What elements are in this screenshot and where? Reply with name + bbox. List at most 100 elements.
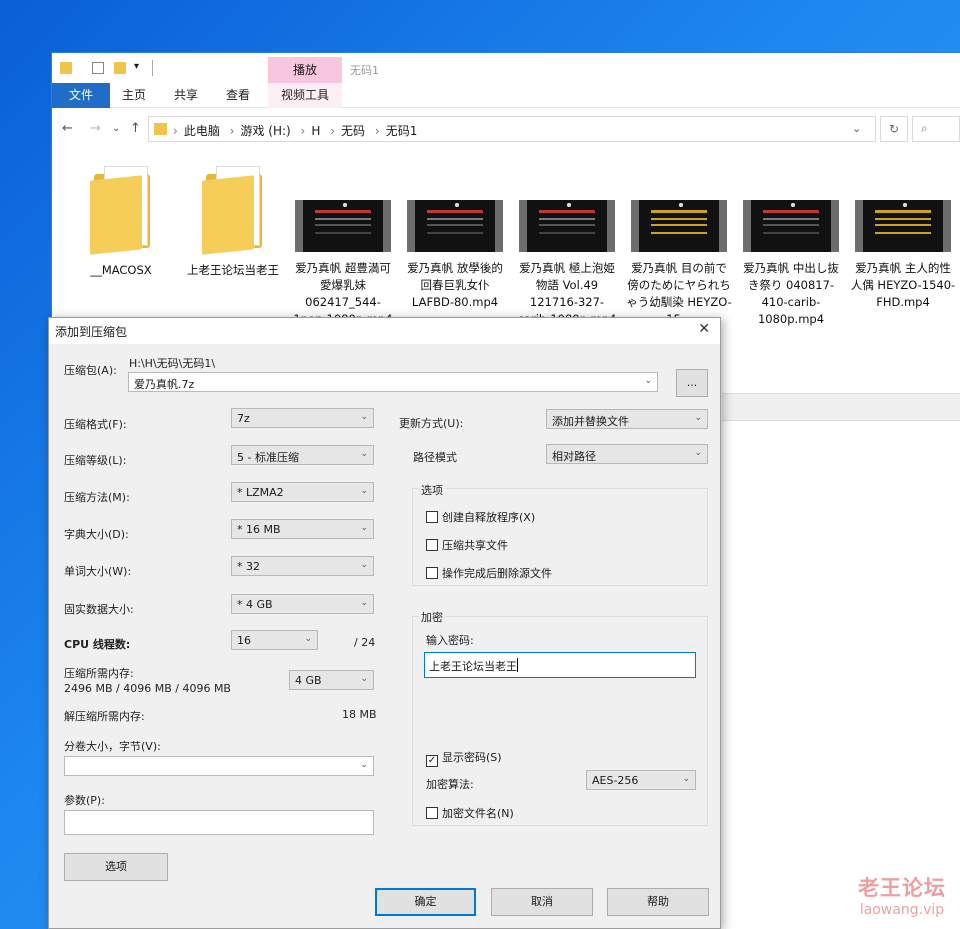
mem-decomp-label: 解压缩所需内存: xyxy=(64,710,145,723)
method-label: 压缩方法(M): xyxy=(64,491,130,504)
cpu-total: / 24 xyxy=(354,636,376,649)
path-mode-select[interactable]: 相对路径 ⌄ xyxy=(546,444,708,464)
tab-home[interactable]: 主页 xyxy=(114,83,154,108)
encryption-method-select[interactable]: AES-256 ⌄ xyxy=(586,770,696,790)
mem-comp-value: 2496 MB / 4096 MB / 4096 MB xyxy=(64,682,231,695)
options-group-label: 选项 xyxy=(419,482,445,498)
up-icon[interactable]: ↑ xyxy=(130,121,141,136)
recent-locations-icon[interactable]: ⌄ xyxy=(112,123,120,134)
solid-select[interactable]: * 4 GB ⌄ xyxy=(231,594,374,614)
file-item-video[interactable]: 爱乃真帆 放學後的回春巨乳女仆 LAFBD-80.mp4 xyxy=(402,149,508,311)
chevron-down-icon: ⌄ xyxy=(360,523,368,533)
create-sfx-checkbox[interactable]: 创建自释放程序(X) xyxy=(426,509,535,525)
ribbon-tabs: 文件 主页 共享 查看 视频工具 xyxy=(52,83,960,108)
file-list: __MACOSX 上老王论坛当老王 爱乃真帆 超豊満可愛爆乳妹 062417_5… xyxy=(52,149,960,329)
dialog-titlebar: 添加到压缩包 ✕ xyxy=(49,318,720,344)
breadcrumb-item[interactable]: 无码 xyxy=(341,124,365,138)
archive-label: 压缩包(A): xyxy=(64,364,117,377)
dialog-title: 添加到压缩包 xyxy=(55,325,128,339)
video-thumbnail-icon xyxy=(855,200,951,252)
watermark-logo: 老王论坛 laowang.vip xyxy=(858,876,946,918)
refresh-button[interactable]: ↻ xyxy=(880,116,908,142)
properties-icon[interactable] xyxy=(92,62,104,74)
path-mode-label: 路径模式 xyxy=(413,451,457,464)
word-label: 单词大小(W): xyxy=(64,565,132,578)
password-label: 输入密码: xyxy=(426,634,474,647)
split-size-combo[interactable]: ⌄ xyxy=(64,756,374,776)
address-dropdown-icon[interactable]: ⌄ xyxy=(852,122,861,135)
level-select[interactable]: 5 - 标准压缩 ⌄ xyxy=(231,445,374,465)
dict-label: 字典大小(D): xyxy=(64,528,129,541)
file-item-video[interactable]: 爱乃真帆 極上泡姫物語 Vol.49 121716-327-carib-1080… xyxy=(514,149,620,328)
cancel-button[interactable]: 取消 xyxy=(491,888,593,916)
search-box[interactable]: ⌕ xyxy=(912,116,960,142)
customize-qat-icon[interactable]: ▾ xyxy=(134,61,139,72)
chevron-down-icon: ⌄ xyxy=(360,560,368,570)
archive-name-combo[interactable]: 爱乃真帆.7z ⌄ xyxy=(128,372,658,392)
word-select[interactable]: * 32 ⌄ xyxy=(231,556,374,576)
dict-select[interactable]: * 16 MB ⌄ xyxy=(231,519,374,539)
compress-shared-checkbox[interactable]: 压缩共享文件 xyxy=(426,537,508,553)
file-item-video[interactable]: 爱乃真帆 目の前で傍のためにヤられちゃう幼馴染 HEYZO-15... xyxy=(626,149,732,328)
video-thumbnail-icon xyxy=(519,200,615,252)
folder-icon xyxy=(60,62,72,74)
tab-video-tools[interactable]: 视频工具 xyxy=(268,83,342,108)
file-name: 爱乃真帆 放學後的回春巨乳女仆 LAFBD-80.mp4 xyxy=(407,261,503,309)
format-select[interactable]: 7z ⌄ xyxy=(231,408,374,428)
mem-decomp-value: 18 MB xyxy=(342,708,377,721)
params-input[interactable] xyxy=(64,810,374,835)
breadcrumb-item[interactable]: 此电脑 xyxy=(184,124,220,138)
back-icon[interactable]: ← xyxy=(62,121,73,136)
file-name: 爱乃真帆 主人的性人偶 HEYZO-1540-FHD.mp4 xyxy=(850,261,956,309)
chevron-down-icon: ⌄ xyxy=(644,376,652,386)
archive-dir: H:\H\无码\无码1\ xyxy=(129,357,216,370)
file-item-video[interactable]: 爱乃真帆 中出し抜き祭り 040817-410-carib-1080p.mp4 xyxy=(738,149,844,328)
mem-comp-label: 压缩所需内存: xyxy=(64,667,134,680)
method-select[interactable]: * LZMA2 ⌄ xyxy=(231,482,374,502)
video-thumbnail-icon xyxy=(631,200,727,252)
options-button[interactable]: 选项 xyxy=(64,853,168,881)
forward-icon[interactable]: → xyxy=(90,121,101,136)
file-name: __MACOSX xyxy=(90,263,152,277)
breadcrumb-item[interactable]: H xyxy=(311,124,320,138)
add-to-archive-dialog: 添加到压缩包 ✕ 压缩包(A): H:\H\无码\无码1\ 爱乃真帆.7z ⌄ .… xyxy=(48,317,721,929)
tab-view[interactable]: 查看 xyxy=(218,83,258,108)
encryption-method-label: 加密算法: xyxy=(426,778,474,791)
new-folder-icon[interactable] xyxy=(114,62,126,74)
chevron-down-icon: ⌄ xyxy=(360,598,368,608)
breadcrumb-item[interactable]: 无码1 xyxy=(386,124,418,138)
chevron-down-icon: ⌄ xyxy=(694,413,702,423)
file-item-folder[interactable]: 上老王论坛当老王 xyxy=(180,149,286,279)
file-item-folder[interactable]: __MACOSX xyxy=(68,149,174,279)
text-caret xyxy=(517,658,518,672)
close-icon[interactable]: ✕ xyxy=(698,321,710,337)
video-thumbnail-icon xyxy=(295,200,391,252)
tab-play-context[interactable]: 播放 xyxy=(268,57,342,83)
window-title: 无码1 xyxy=(350,64,379,77)
chevron-down-icon: ⌄ xyxy=(360,449,368,459)
mem-select[interactable]: 4 GB ⌄ xyxy=(289,670,374,690)
chevron-down-icon: ⌄ xyxy=(360,412,368,422)
format-label: 压缩格式(F): xyxy=(64,418,127,431)
address-bar[interactable]: › 此电脑 › 游戏 (H:) › H › 无码 › 无码1 xyxy=(148,116,876,142)
ok-button[interactable]: 确定 xyxy=(375,888,476,916)
breadcrumb-item[interactable]: 游戏 (H:) xyxy=(240,124,290,138)
file-item-video[interactable]: 爱乃真帆 主人的性人偶 HEYZO-1540-FHD.mp4 xyxy=(850,149,956,311)
help-button[interactable]: 帮助 xyxy=(607,888,709,916)
encryption-group-label: 加密 xyxy=(419,609,445,625)
chevron-down-icon: ⌄ xyxy=(682,774,690,784)
chevron-down-icon: ⌄ xyxy=(360,486,368,496)
tab-share[interactable]: 共享 xyxy=(166,83,206,108)
file-name: 爱乃真帆 中出し抜き祭り 040817-410-carib-1080p.mp4 xyxy=(743,261,839,326)
update-mode-select[interactable]: 添加并替换文件 ⌄ xyxy=(546,409,708,429)
show-password-checkbox[interactable]: ✓ 显示密码(S) xyxy=(426,749,502,767)
tab-file[interactable]: 文件 xyxy=(52,83,110,108)
chevron-down-icon: ⌄ xyxy=(304,634,312,644)
cpu-select[interactable]: 16 ⌄ xyxy=(231,630,318,650)
browse-button[interactable]: ... xyxy=(676,369,708,397)
password-input[interactable]: 上老王论坛当老王 xyxy=(424,652,696,678)
file-name: 上老王论坛当老王 xyxy=(187,263,279,277)
delete-after-checkbox[interactable]: 操作完成后删除源文件 xyxy=(426,565,552,581)
encrypt-filenames-checkbox[interactable]: 加密文件名(N) xyxy=(426,805,514,821)
file-item-video[interactable]: 爱乃真帆 超豊満可愛爆乳妹 062417_544-1pon-1080p.mp4 xyxy=(290,149,396,328)
